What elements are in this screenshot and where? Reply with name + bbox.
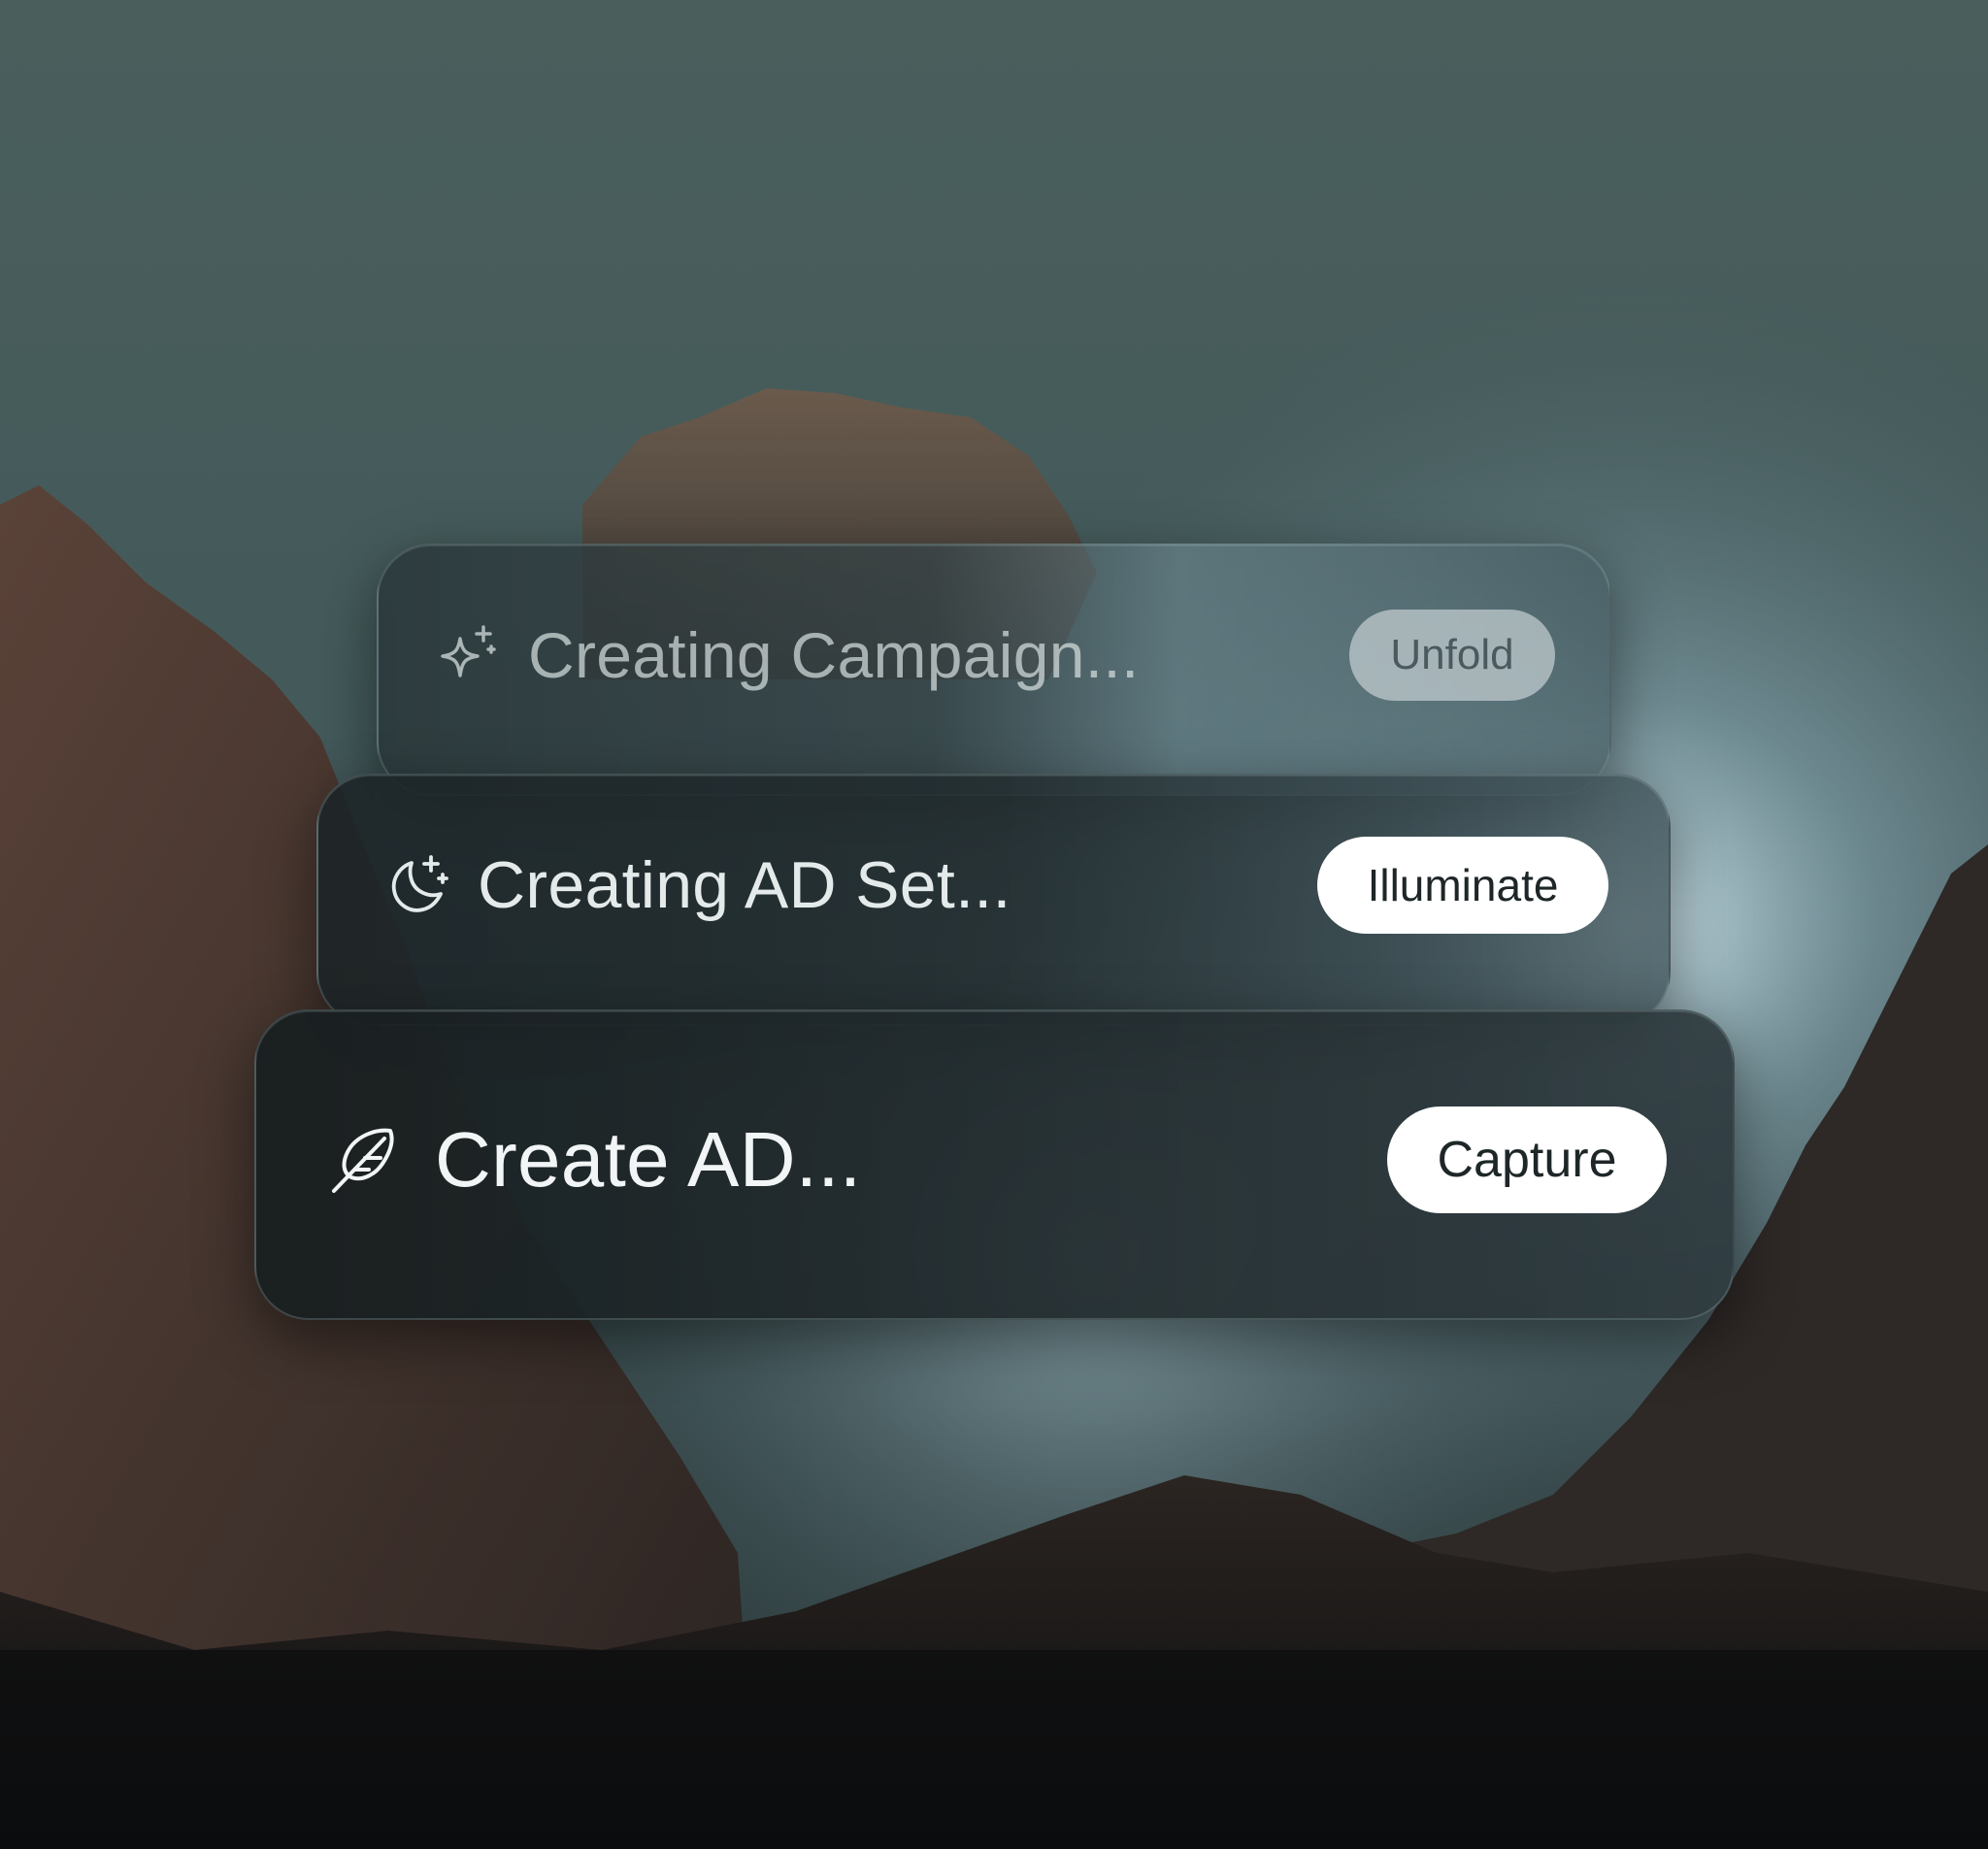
ad-set-status-card: Creating AD Set... Illuminate [316,774,1671,1026]
card-label: Create AD... [435,1116,862,1203]
card-label: Creating AD Set... [478,848,1011,922]
moon-stars-icon [382,851,450,919]
card-label: Creating Campaign... [528,619,1140,691]
feather-icon [326,1121,404,1199]
illuminate-button[interactable]: Illuminate [1317,837,1608,934]
campaign-status-card: Creating Campaign... Unfold [377,544,1611,796]
sparkle-icon [433,621,501,689]
ad-status-card: Create AD... Capture [254,1009,1735,1320]
capture-button[interactable]: Capture [1387,1106,1667,1213]
unfold-button[interactable]: Unfold [1349,610,1555,701]
